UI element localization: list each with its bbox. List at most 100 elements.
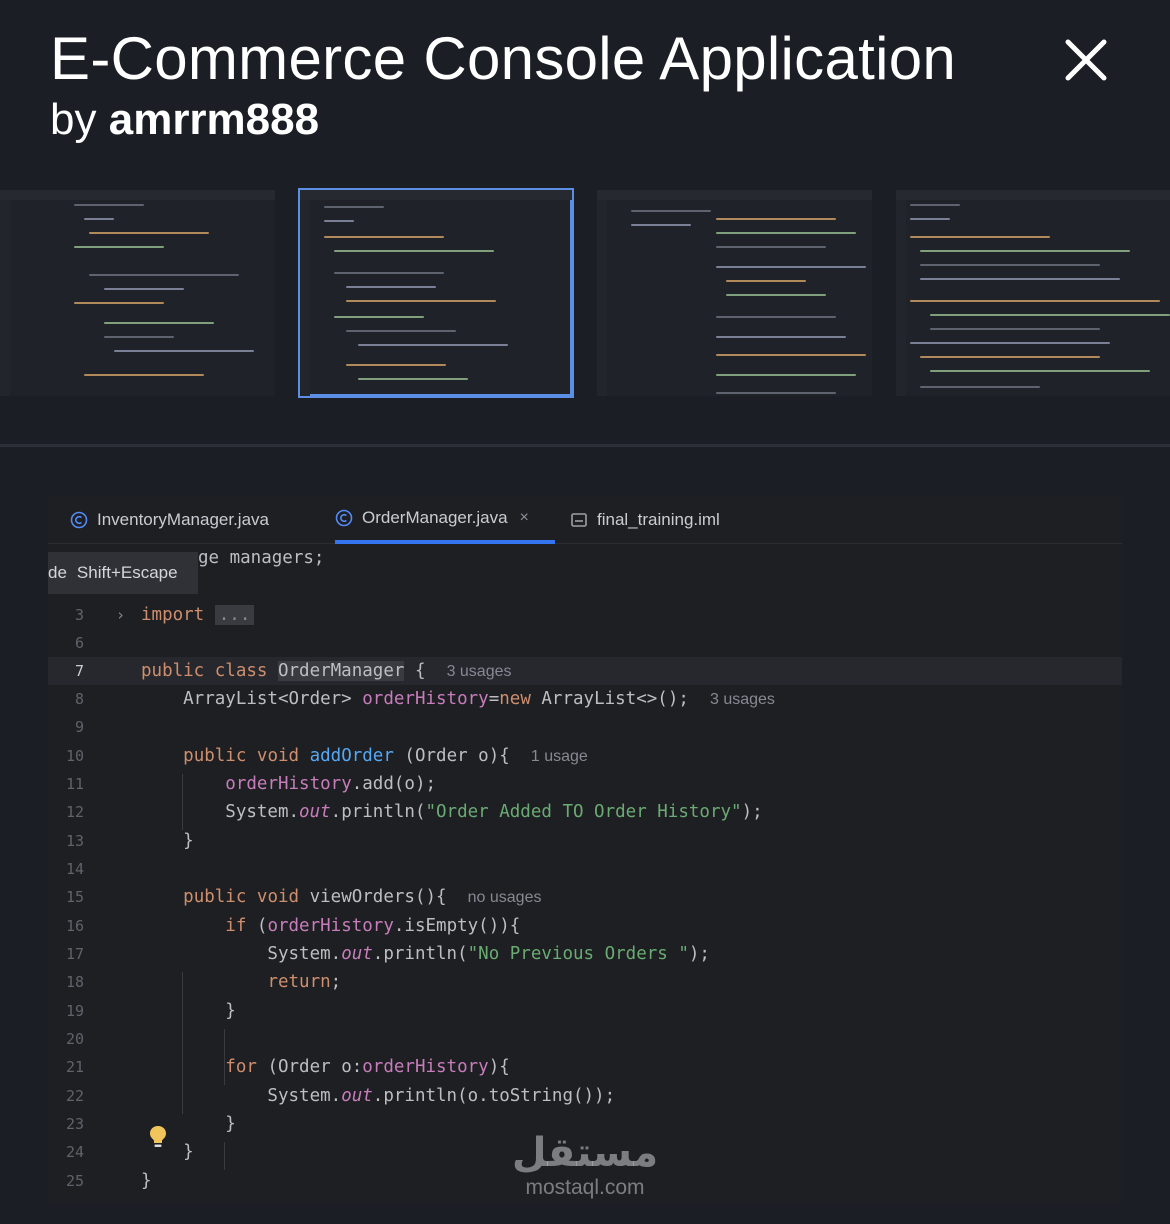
tooltip-truncated-text: de: [48, 563, 67, 582]
code-token: }: [141, 831, 194, 851]
code-token: System.: [141, 1086, 342, 1106]
code-token: "Order Added TO Order History": [425, 802, 742, 822]
code-line[interactable]: 19 }: [48, 997, 1122, 1025]
code-line[interactable]: 9: [48, 713, 1122, 741]
thumbnail-code-line: [716, 266, 866, 268]
code-line[interactable]: 13 }: [48, 827, 1122, 855]
thumbnail-code-line: [89, 232, 209, 234]
author-name[interactable]: amrrm888: [109, 95, 319, 144]
code-token: ArrayList<>();: [530, 689, 710, 709]
thumbnail-1[interactable]: [0, 190, 275, 396]
thumbnail-code-line: [920, 278, 1120, 280]
thumbnail-code-line: [910, 342, 1110, 344]
close-button[interactable]: [1058, 32, 1114, 88]
line-source: System.out.println(o.toString());: [141, 1082, 615, 1110]
line-source: System.out.println("Order Added TO Order…: [141, 798, 762, 826]
line-number: 3: [74, 606, 84, 624]
code-token: public void: [183, 887, 310, 907]
code-token: System.: [141, 802, 300, 822]
code-token: addOrder: [309, 746, 394, 766]
thumbnail-code-line: [631, 224, 691, 226]
code-line[interactable]: 11 orderHistory.add(o);: [48, 770, 1122, 798]
tab-label: final_training.iml: [597, 510, 720, 529]
tab-inventory-manager[interactable]: InventoryManager.java: [70, 496, 269, 544]
code-line[interactable]: 8 ArrayList<Order> orderHistory=new Arra…: [48, 685, 1122, 713]
lightbulb-icon[interactable]: [148, 1124, 168, 1150]
code-line[interactable]: 16 if (orderHistory.isEmpty()){: [48, 912, 1122, 940]
code-token: .println(o.toString());: [372, 1086, 616, 1106]
line-number: 25: [65, 1172, 84, 1190]
line-source: return;: [141, 968, 341, 996]
tab-label: OrderManager.java: [362, 508, 508, 527]
code-token: return: [267, 972, 331, 992]
line-number: 6: [74, 634, 84, 652]
code-line[interactable]: 10 public void addOrder (Order o){ 1 usa…: [48, 742, 1122, 770]
thumbnail-code-line: [84, 374, 204, 376]
code-token: orderHistory: [362, 689, 489, 709]
line-number: 22: [65, 1087, 84, 1105]
code-line[interactable]: 21 for (Order o:orderHistory){: [48, 1053, 1122, 1081]
line-number: 7: [74, 662, 84, 680]
thumbnail-code-line: [716, 218, 836, 220]
thumbnail-code-line: [334, 250, 494, 252]
code-token: out: [299, 802, 331, 822]
thumbnail-2-selected[interactable]: [298, 188, 574, 398]
thumbnail-code-line: [910, 218, 950, 220]
watermark-arabic: مستقل: [511, 1130, 659, 1176]
code-line[interactable]: 22 System.out.println(o.toString());: [48, 1082, 1122, 1110]
tab-order-manager[interactable]: OrderManager.java ×: [335, 496, 555, 544]
line-number: 12: [65, 803, 84, 821]
code-line[interactable]: ge managers;: [48, 544, 1122, 572]
code-line[interactable]: 15 public void viewOrders(){ no usages: [48, 883, 1122, 911]
thumbnail-gutter: [896, 200, 906, 396]
line-number: 17: [65, 945, 84, 963]
line-number: 19: [65, 1002, 84, 1020]
close-tab-icon[interactable]: ×: [520, 509, 529, 527]
shortcut-tooltip: de Shift+Escape: [48, 552, 198, 594]
code-line[interactable]: 18 return;: [48, 968, 1122, 996]
line-number: 11: [65, 775, 84, 793]
thumbnail-tabbar: [300, 190, 572, 200]
fold-chevron-icon[interactable]: ›: [116, 601, 125, 629]
thumbnail-tabbar: [896, 190, 1170, 200]
code-token: orderHistory: [362, 1057, 489, 1077]
code-line[interactable]: 7 public class OrderManager { 3 usages: [48, 657, 1122, 686]
thumbnail-code-line: [324, 236, 444, 238]
thumbnail-code-line: [84, 218, 114, 220]
usage-hint: 3 usages: [446, 663, 512, 680]
thumbnail-4[interactable]: [896, 190, 1170, 396]
thumbnail-3[interactable]: [597, 190, 872, 396]
thumbnail-code-line: [930, 328, 1100, 330]
code-line[interactable]: 3 › import ...: [48, 601, 1122, 629]
tab-final-training-iml[interactable]: final_training.iml: [570, 496, 720, 544]
thumbnail-code-line: [716, 316, 836, 318]
code-token: orderHistory: [225, 774, 352, 794]
code-token: "No Previous Orders ": [467, 944, 689, 964]
thumbnail-code-line: [716, 392, 836, 394]
code-token: for: [225, 1057, 257, 1077]
code-line[interactable]: 14: [48, 855, 1122, 883]
thumbnail-code-line: [324, 206, 384, 208]
thumbnail-code-line: [358, 344, 508, 346]
line-number: 9: [74, 718, 84, 736]
code-line[interactable]: 6: [48, 629, 1122, 657]
code-line[interactable]: 17 System.out.println("No Previous Order…: [48, 940, 1122, 968]
code-token: OrderManager: [277, 661, 405, 681]
thumbnail-code-line: [910, 236, 1050, 238]
code-line[interactable]: 12 System.out.println("Order Added TO Or…: [48, 798, 1122, 826]
thumbnail-code-line: [89, 274, 239, 276]
line-number: 18: [65, 973, 84, 991]
code-token: out: [341, 944, 373, 964]
code-token: .isEmpty()){: [393, 916, 521, 936]
code-token: );: [688, 944, 710, 964]
line-source: for (Order o:orderHistory){: [141, 1053, 509, 1081]
thumbnail-code-line: [324, 220, 354, 222]
thumbnail-code-line: [631, 210, 711, 212]
line-source: System.out.println("No Previous Orders "…: [141, 940, 710, 968]
code-line[interactable]: 20: [48, 1025, 1122, 1053]
mostaql-watermark: مستقل mostaql.com: [505, 1130, 665, 1210]
